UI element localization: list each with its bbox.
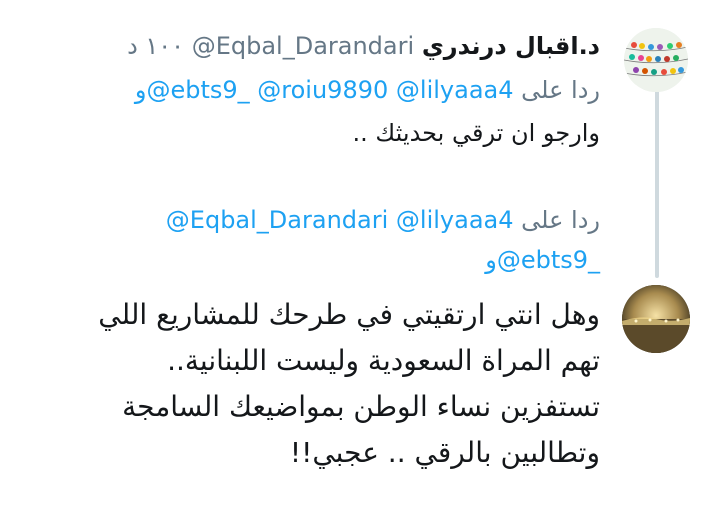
replying-to: ردا على @lilyaaa4 @Eqbal_Darandari	[166, 204, 600, 236]
replying-to-continued: و@ebts9_	[485, 244, 600, 276]
birds-on-wire-icon	[624, 28, 688, 92]
mention-link[interactable]: @roiu9890	[257, 76, 388, 104]
replying-to: ردا على @lilyaaa4 @roiu9890 و@ebts9_	[135, 74, 600, 106]
tweet-timestamp[interactable]: ١٠٠ د	[127, 32, 184, 60]
mention-link[interactable]: @ebts9_	[146, 76, 249, 104]
tweet-text-line: تهم المراة السعودية وليست اللبنانية..	[167, 344, 600, 377]
reply-prefix: ردا على	[521, 76, 600, 104]
author-name[interactable]: د.اقبال درندري	[422, 32, 600, 60]
mention-link[interactable]: @lilyaaa4	[396, 76, 514, 104]
reply-tweet-text: وهل انتي ارتقيتي في طرحك للمشاريع اللي ت…	[40, 292, 600, 476]
tweet-text: وارجو ان ترقي بحديثك ..	[352, 119, 600, 147]
thread-connector-line	[655, 88, 659, 278]
author-avatar[interactable]	[624, 28, 688, 92]
tweet-text-line: وتطالبين بالرقي .. عجبي!!	[289, 436, 600, 469]
author-handle[interactable]: @Eqbal_Darandari	[192, 30, 414, 62]
replier-avatar[interactable]	[622, 285, 690, 353]
reply-connector: و	[485, 246, 497, 274]
tweet-header: د.اقبال درندري @Eqbal_Darandari ١٠٠ د	[127, 30, 600, 62]
tweet-text-line: وهل انتي ارتقيتي في طرحك للمشاريع اللي	[98, 298, 600, 331]
reply-prefix: ردا على	[521, 206, 600, 234]
tweet-text-line: تستفزين نساء الوطن بمواضيعك السامجة	[122, 390, 600, 423]
desert-landscape-icon	[622, 285, 690, 353]
mention-link[interactable]: @ebts9_	[497, 246, 600, 274]
mention-link[interactable]: @lilyaaa4	[396, 206, 514, 234]
reply-connector: و	[134, 76, 147, 104]
mention-link[interactable]: @Eqbal_Darandari	[166, 206, 388, 234]
